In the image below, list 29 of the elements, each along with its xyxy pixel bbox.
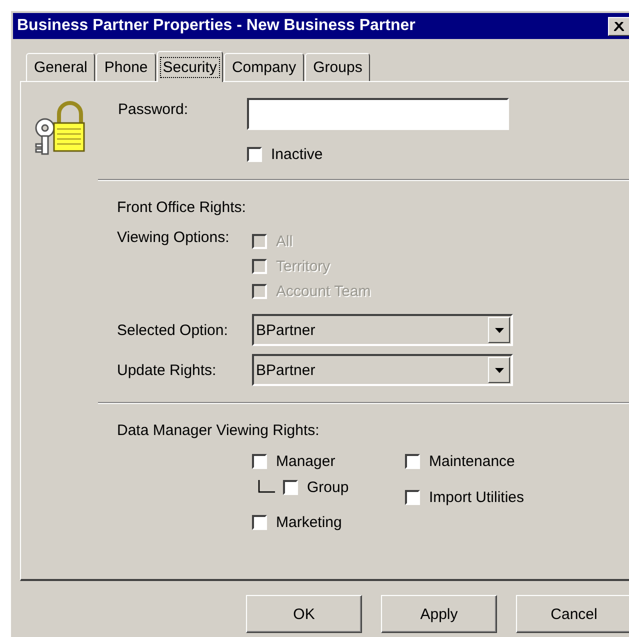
window-title: Business Partner Properties - New Business Partner [17,17,416,35]
permission-checkbox[interactable]: Group [283,479,349,496]
dialog-button[interactable]: Apply [381,595,497,633]
tab[interactable]: Company [224,53,304,81]
permission-checkbox[interactable]: Manager [252,453,336,470]
viewing-options-label: Viewing Options: [117,229,230,246]
dropdown[interactable]: BPartner [252,314,513,346]
password-field[interactable] [247,98,509,130]
tab[interactable]: Phone [96,53,156,81]
dropdown-label: Update Rights: [117,362,218,378]
dropdown-label: Selected Option: [117,322,229,338]
section-heading: Front Office Rights: [117,199,247,216]
password-label: Password: [118,101,190,118]
tab[interactable]: Security [156,51,223,82]
close-icon [614,22,624,30]
tree-connector-icon [258,480,275,493]
tab[interactable]: Groups [305,53,370,81]
section-heading: Data Manager Viewing Rights: [117,422,320,439]
dropdown-arrow-icon [494,368,504,372]
permission-checkbox[interactable]: Marketing [252,514,342,531]
tab[interactable]: General [26,53,96,81]
permission-checkbox[interactable]: Maintenance [405,453,515,470]
padlock-keys-icon [33,98,85,156]
dropdown-arrow-icon [494,328,504,332]
dialog-button[interactable]: OK [246,595,362,633]
dialog-button[interactable]: Cancel [516,595,629,633]
dropdown[interactable]: BPartner [252,354,513,386]
permission-checkbox[interactable]: Import Utilities [405,489,524,506]
close-button[interactable] [608,16,629,36]
